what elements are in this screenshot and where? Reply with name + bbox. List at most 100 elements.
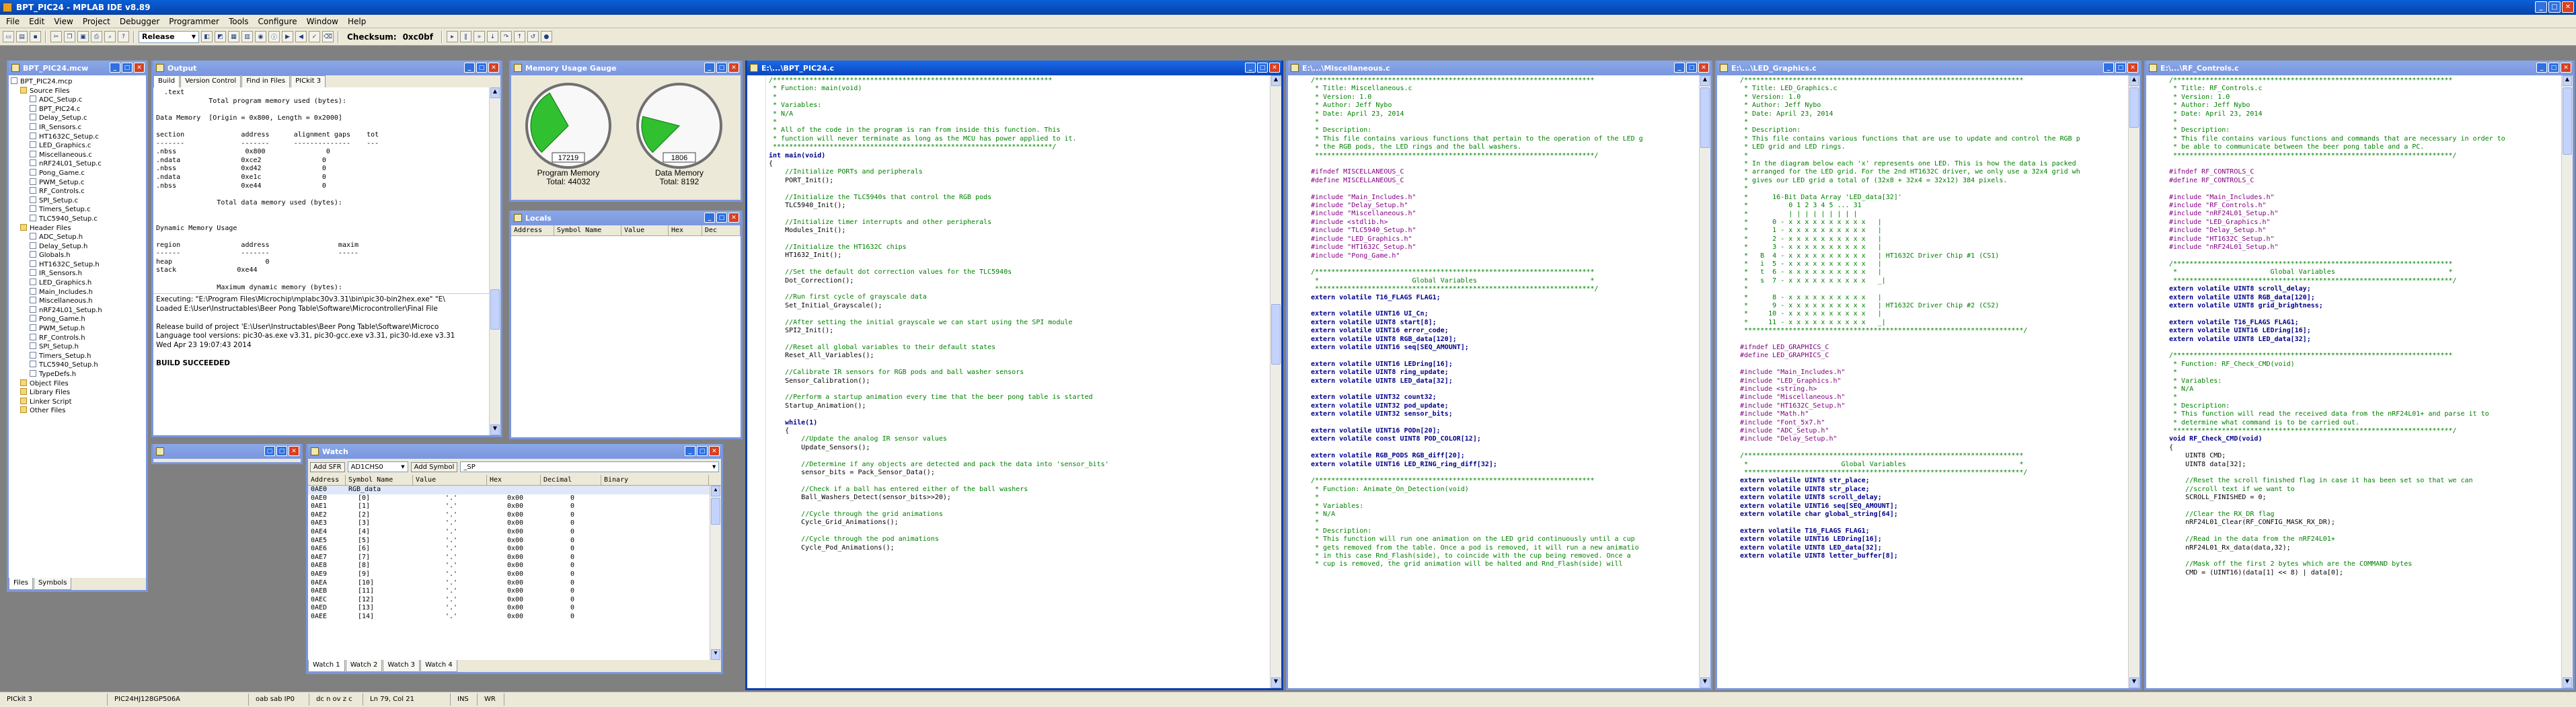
- watch-row[interactable]: 0AEE [14] '.' 0x00 0: [308, 613, 721, 622]
- output-maximize-button[interactable]: □: [476, 63, 487, 73]
- header-file-item[interactable]: SPI_Setup.h: [11, 342, 144, 352]
- watch-minimize-button[interactable]: _: [685, 446, 695, 456]
- add-sfr-button[interactable]: Add SFR: [310, 461, 345, 472]
- output-tab[interactable]: Version Control: [180, 75, 241, 87]
- locals-maximize-button[interactable]: □: [716, 213, 727, 223]
- editor-scrollbar[interactable]: ▲ ▼: [1270, 75, 1281, 688]
- memory-close-button[interactable]: ✕: [728, 63, 739, 73]
- debug-icon[interactable]: ◉: [255, 31, 266, 42]
- save-icon[interactable]: ▪: [30, 31, 41, 42]
- source-file-item[interactable]: Timers_Setup.c: [11, 205, 144, 215]
- watch-row[interactable]: 0AEA [10] '.' 0x00 0: [308, 579, 721, 588]
- read-icon[interactable]: ◀: [295, 31, 307, 42]
- folder-item[interactable]: Linker Script: [11, 397, 144, 407]
- step-into-icon[interactable]: ↓: [486, 31, 498, 42]
- locals-col-dec[interactable]: Dec: [702, 225, 741, 236]
- watch-col-symbol-name[interactable]: Symbol Name: [346, 474, 413, 486]
- watch-row[interactable]: 0AE5 [5] '.' 0x00 0: [308, 537, 721, 546]
- source-file-item[interactable]: nRF24L01_Setup.c: [11, 159, 144, 169]
- editor-maximize-button[interactable]: □: [2115, 63, 2126, 73]
- watch-row[interactable]: 0AE2 [2] '.' 0x00 0: [308, 511, 721, 520]
- folder-item[interactable]: Library Files: [11, 388, 144, 398]
- watch-row[interactable]: 0AE6 [6] '.' 0x00 0: [308, 545, 721, 554]
- locals-minimize-button[interactable]: _: [704, 213, 715, 223]
- output-tab[interactable]: Build: [153, 75, 180, 87]
- menu-file[interactable]: File: [1, 17, 24, 26]
- close-button[interactable]: ✕: [2562, 1, 2574, 13]
- menu-window[interactable]: Window: [302, 17, 343, 26]
- compile-icon[interactable]: ◧: [201, 31, 213, 42]
- run-icon[interactable]: ▸: [446, 31, 458, 42]
- memory-maximize-button[interactable]: □: [716, 63, 727, 73]
- editor-scrollbar[interactable]: ▲ ▼: [2561, 75, 2573, 688]
- header-file-item[interactable]: Miscellaneous.h: [11, 297, 144, 306]
- reset-icon[interactable]: ↺: [527, 31, 539, 42]
- menu-programmer[interactable]: Programmer: [164, 17, 224, 26]
- add-symbol-button[interactable]: Add Symbol: [410, 461, 458, 472]
- source-file-item[interactable]: RF_Controls.c: [11, 187, 144, 196]
- source-file-item[interactable]: LED_Graphics.c: [11, 141, 144, 151]
- menu-view[interactable]: View: [49, 17, 77, 26]
- source-file-item[interactable]: BPT_PIC24.c: [11, 104, 144, 114]
- header-file-item[interactable]: LED_Graphics.h: [11, 278, 144, 288]
- editor-title-bar[interactable]: E:\...\LED_Graphics.c _ □ ✕: [1717, 61, 2139, 75]
- editor-close-button[interactable]: ✕: [1269, 63, 1280, 73]
- minimized-window-title-bar[interactable]: □ □ ✕: [153, 444, 301, 459]
- memory-gauge-title-bar[interactable]: Memory Usage Gauge _ □ ✕: [511, 61, 741, 75]
- watch-row[interactable]: 0AE4 [4] '.' 0x00 0: [308, 528, 721, 537]
- watch-col-address[interactable]: Address: [308, 474, 346, 486]
- watch-row[interactable]: 0AE9 [9] '.' 0x00 0: [308, 570, 721, 579]
- info-icon[interactable]: ⓘ: [268, 31, 280, 42]
- source-file-item[interactable]: Miscellaneous.c: [11, 150, 144, 160]
- symbol-select[interactable]: _SP ▼: [460, 461, 720, 472]
- animate-icon[interactable]: »: [473, 31, 485, 42]
- editor-title-bar[interactable]: E:\...\RF_Controls.c _ □ ✕: [2146, 61, 2573, 75]
- watch-row[interactable]: 0AE0 RGB_data: [308, 486, 721, 494]
- build-config-select[interactable]: Release ▼: [139, 30, 199, 43]
- folder-item[interactable]: Other Files: [11, 406, 144, 416]
- sfr-select[interactable]: AD1CHS0 ▼: [347, 461, 408, 472]
- watch-scrollbar[interactable]: ▲ ▼: [710, 486, 721, 660]
- editor-gutter[interactable]: [747, 75, 766, 688]
- watch-row[interactable]: 0AEC [12] '.' 0x00 0: [308, 596, 721, 605]
- menu-debugger[interactable]: Debugger: [115, 17, 164, 26]
- header-file-item[interactable]: Delay_Setup.h: [11, 241, 144, 252]
- output-tab[interactable]: PICkit 3: [291, 75, 326, 87]
- output-tab[interactable]: Find in Files: [241, 75, 291, 87]
- project-root[interactable]: BPT_PIC24.mcp: [11, 77, 144, 87]
- watch-row[interactable]: 0AE3 [3] '.' 0x00 0: [308, 519, 721, 528]
- code-editor[interactable]: /***************************************…: [1288, 75, 1710, 569]
- watch-row[interactable]: 0AED [13] '.' 0x00 0: [308, 604, 721, 613]
- memory-minimize-button[interactable]: _: [704, 63, 715, 73]
- maximize-button[interactable]: □: [2548, 1, 2561, 13]
- watch-tab[interactable]: Watch 1: [308, 660, 345, 672]
- maximize-button-2[interactable]: □: [276, 446, 287, 456]
- menu-edit[interactable]: Edit: [24, 17, 49, 26]
- step-over-icon[interactable]: ↷: [500, 31, 512, 42]
- tab-symbols[interactable]: Symbols: [33, 578, 72, 590]
- print-icon[interactable]: ⎙: [91, 31, 102, 42]
- folder-header-files[interactable]: Header Files: [11, 223, 144, 233]
- output-window-title-bar[interactable]: Output _ □ ✕: [153, 61, 500, 75]
- watch-title-bar[interactable]: Watch _ □ ✕: [308, 444, 721, 459]
- help-icon[interactable]: ?: [118, 31, 129, 42]
- watch-row[interactable]: 0AE8 [8] '.' 0x00 0: [308, 562, 721, 570]
- source-file-item[interactable]: SPI_Setup.c: [11, 196, 144, 206]
- minimize-button[interactable]: _: [2535, 1, 2547, 13]
- editor-minimize-button[interactable]: _: [1674, 63, 1685, 73]
- header-file-item[interactable]: TLC5940_Setup.h: [11, 361, 144, 370]
- project-close-button[interactable]: ✕: [134, 63, 145, 73]
- header-file-item[interactable]: Pong_Game.h: [11, 315, 144, 324]
- locals-title-bar[interactable]: Locals _ □ ✕: [511, 211, 741, 225]
- editor-close-button[interactable]: ✕: [2127, 63, 2138, 73]
- header-file-item[interactable]: nRF24L01_Setup.h: [11, 305, 144, 315]
- menu-configure[interactable]: Configure: [254, 17, 302, 26]
- locals-col-hex[interactable]: Hex: [669, 225, 702, 236]
- watch-col-binary[interactable]: Binary: [601, 474, 709, 486]
- editor-close-button[interactable]: ✕: [2561, 63, 2571, 73]
- locals-col-symbol[interactable]: Symbol Name: [554, 225, 621, 236]
- header-file-item[interactable]: HT1632C_Setup.h: [11, 260, 144, 270]
- editor-title-bar[interactable]: E:\...\BPT_PIC24.c _ □ ✕: [747, 61, 1281, 75]
- step-out-icon[interactable]: ↑: [513, 31, 525, 42]
- menu-help[interactable]: Help: [343, 17, 371, 26]
